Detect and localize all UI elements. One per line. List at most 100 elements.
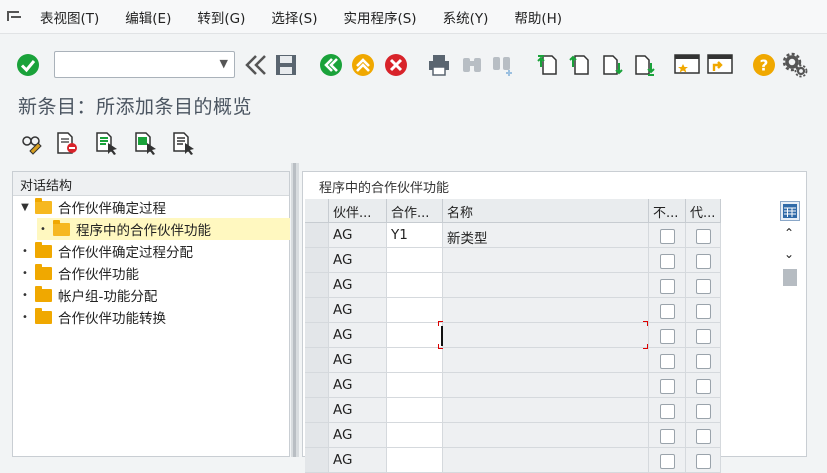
enter-icon[interactable]	[15, 52, 41, 78]
deselect-all-icon[interactable]	[170, 130, 196, 156]
name-cell[interactable]	[443, 423, 649, 448]
row-selector[interactable]	[305, 373, 329, 398]
command-input[interactable]	[55, 52, 205, 76]
display-change-icon[interactable]	[19, 130, 45, 156]
not-modifiable-checkbox[interactable]	[659, 254, 675, 269]
not-modifiable-checkbox[interactable]	[659, 354, 675, 369]
column-header-name[interactable]: 名称	[443, 199, 649, 223]
next-page-icon[interactable]	[599, 52, 625, 78]
select-block-icon[interactable]	[132, 130, 158, 156]
row-selector[interactable]	[305, 398, 329, 423]
mandatory-checkbox[interactable]	[695, 229, 711, 244]
help-icon[interactable]: ?	[751, 52, 777, 78]
menu-help[interactable]: 帮助(H)	[501, 7, 575, 27]
not-modifiable-checkbox[interactable]	[659, 404, 675, 419]
name-cell[interactable]	[443, 298, 649, 323]
panel-splitter-handle[interactable]	[293, 163, 296, 457]
row-selector[interactable]	[305, 248, 329, 273]
tree-node-partner-determination[interactable]: ▼ 合作伙伴确定过程	[19, 196, 166, 218]
partner-function-cell[interactable]	[387, 373, 443, 398]
collapse-icon[interactable]	[243, 52, 269, 78]
not-modifiable-checkbox[interactable]	[659, 429, 675, 444]
previous-page-icon[interactable]	[567, 52, 593, 78]
tree-node-partner-functions[interactable]: • 合作伙伴功能	[19, 262, 139, 284]
select-all-icon[interactable]	[93, 130, 119, 156]
mandatory-checkbox[interactable]	[695, 254, 711, 269]
not-modifiable-checkbox[interactable]	[659, 304, 675, 319]
exit-icon[interactable]	[350, 52, 376, 78]
scroll-up-icon[interactable]: ⌃	[778, 223, 800, 243]
name-cell[interactable]: 新类型	[443, 223, 649, 248]
scroll-down-icon[interactable]: ⌄	[778, 244, 800, 264]
first-page-icon[interactable]	[535, 52, 561, 78]
name-cell[interactable]	[443, 448, 649, 473]
mandatory-checkbox[interactable]	[695, 329, 711, 344]
menu-utilities[interactable]: 实用程序(S)	[330, 7, 429, 27]
mandatory-checkbox[interactable]	[695, 454, 711, 469]
partner-function-cell[interactable]	[387, 273, 443, 298]
name-cell[interactable]	[443, 248, 649, 273]
tree-node-procedure-assignment[interactable]: • 合作伙伴确定过程分配	[19, 240, 193, 262]
not-modifiable-checkbox[interactable]	[659, 279, 675, 294]
column-header-mandatory[interactable]: 代...	[686, 199, 721, 223]
menu-system[interactable]: 系统(Y)	[430, 7, 502, 27]
name-cell[interactable]	[443, 323, 649, 348]
create-shortcut-icon[interactable]	[707, 52, 733, 78]
row-selector-header[interactable]	[305, 199, 329, 223]
row-selector[interactable]	[305, 423, 329, 448]
partner-function-cell[interactable]	[387, 323, 443, 348]
tree-node-partner-functions-in-procedure[interactable]: • 程序中的合作伙伴功能	[37, 218, 290, 240]
tree-node-partner-function-conversion[interactable]: • 合作伙伴功能转换	[19, 306, 166, 328]
row-selector[interactable]	[305, 323, 329, 348]
row-selector[interactable]	[305, 298, 329, 323]
vertical-scrollbar[interactable]: ⌃ ⌄	[778, 198, 802, 457]
menu-goto[interactable]: 转到(G)	[184, 7, 258, 27]
scrollbar-thumb[interactable]	[783, 269, 797, 286]
not-modifiable-checkbox[interactable]	[659, 454, 675, 469]
mandatory-checkbox[interactable]	[695, 404, 711, 419]
row-selector[interactable]	[305, 223, 329, 248]
mandatory-checkbox[interactable]	[695, 279, 711, 294]
collapse-node-icon[interactable]: ▼	[19, 202, 31, 213]
command-dropdown-icon[interactable]: ▼	[220, 57, 228, 70]
row-selector[interactable]	[305, 448, 329, 473]
row-selector[interactable]	[305, 348, 329, 373]
not-modifiable-checkbox[interactable]	[659, 329, 675, 344]
name-cell[interactable]	[443, 348, 649, 373]
find-icon[interactable]	[459, 52, 485, 78]
name-cell[interactable]	[443, 398, 649, 423]
menu-edit[interactable]: 编辑(E)	[112, 7, 184, 27]
partner-function-cell[interactable]	[387, 248, 443, 273]
partner-function-cell[interactable]	[387, 348, 443, 373]
row-selector[interactable]	[305, 273, 329, 298]
partner-function-cell[interactable]	[387, 298, 443, 323]
partner-function-cell[interactable]: Y1	[387, 223, 443, 248]
menu-selection[interactable]: 选择(S)	[258, 7, 330, 27]
last-page-icon[interactable]	[631, 52, 657, 78]
delete-entry-icon[interactable]	[54, 130, 80, 156]
find-next-icon[interactable]	[490, 52, 516, 78]
name-cell[interactable]	[443, 373, 649, 398]
column-header-partner-function[interactable]: 合作...	[387, 199, 443, 223]
command-field[interactable]: ▼	[54, 51, 235, 78]
column-header-not-modifiable[interactable]: 不...	[649, 199, 686, 223]
menu-table-view[interactable]: 表视图(T)	[28, 7, 112, 27]
save-icon[interactable]	[273, 52, 299, 78]
create-session-icon[interactable]	[674, 52, 700, 78]
name-cell[interactable]	[443, 273, 649, 298]
cancel-icon[interactable]	[383, 52, 409, 78]
partner-function-cell[interactable]	[387, 448, 443, 473]
partner-function-cell[interactable]	[387, 398, 443, 423]
mandatory-checkbox[interactable]	[695, 379, 711, 394]
not-modifiable-checkbox[interactable]	[659, 229, 675, 244]
column-header-partner-procedure[interactable]: 伙伴...	[329, 199, 387, 223]
menu-toggle-icon[interactable]	[0, 0, 28, 34]
print-icon[interactable]	[426, 52, 452, 78]
tree-node-account-group-assignment[interactable]: • 帐户组-功能分配	[19, 284, 157, 306]
mandatory-checkbox[interactable]	[695, 429, 711, 444]
partner-function-cell[interactable]	[387, 423, 443, 448]
settings-icon[interactable]	[782, 52, 808, 78]
mandatory-checkbox[interactable]	[695, 354, 711, 369]
not-modifiable-checkbox[interactable]	[659, 379, 675, 394]
back-icon[interactable]	[318, 52, 344, 78]
